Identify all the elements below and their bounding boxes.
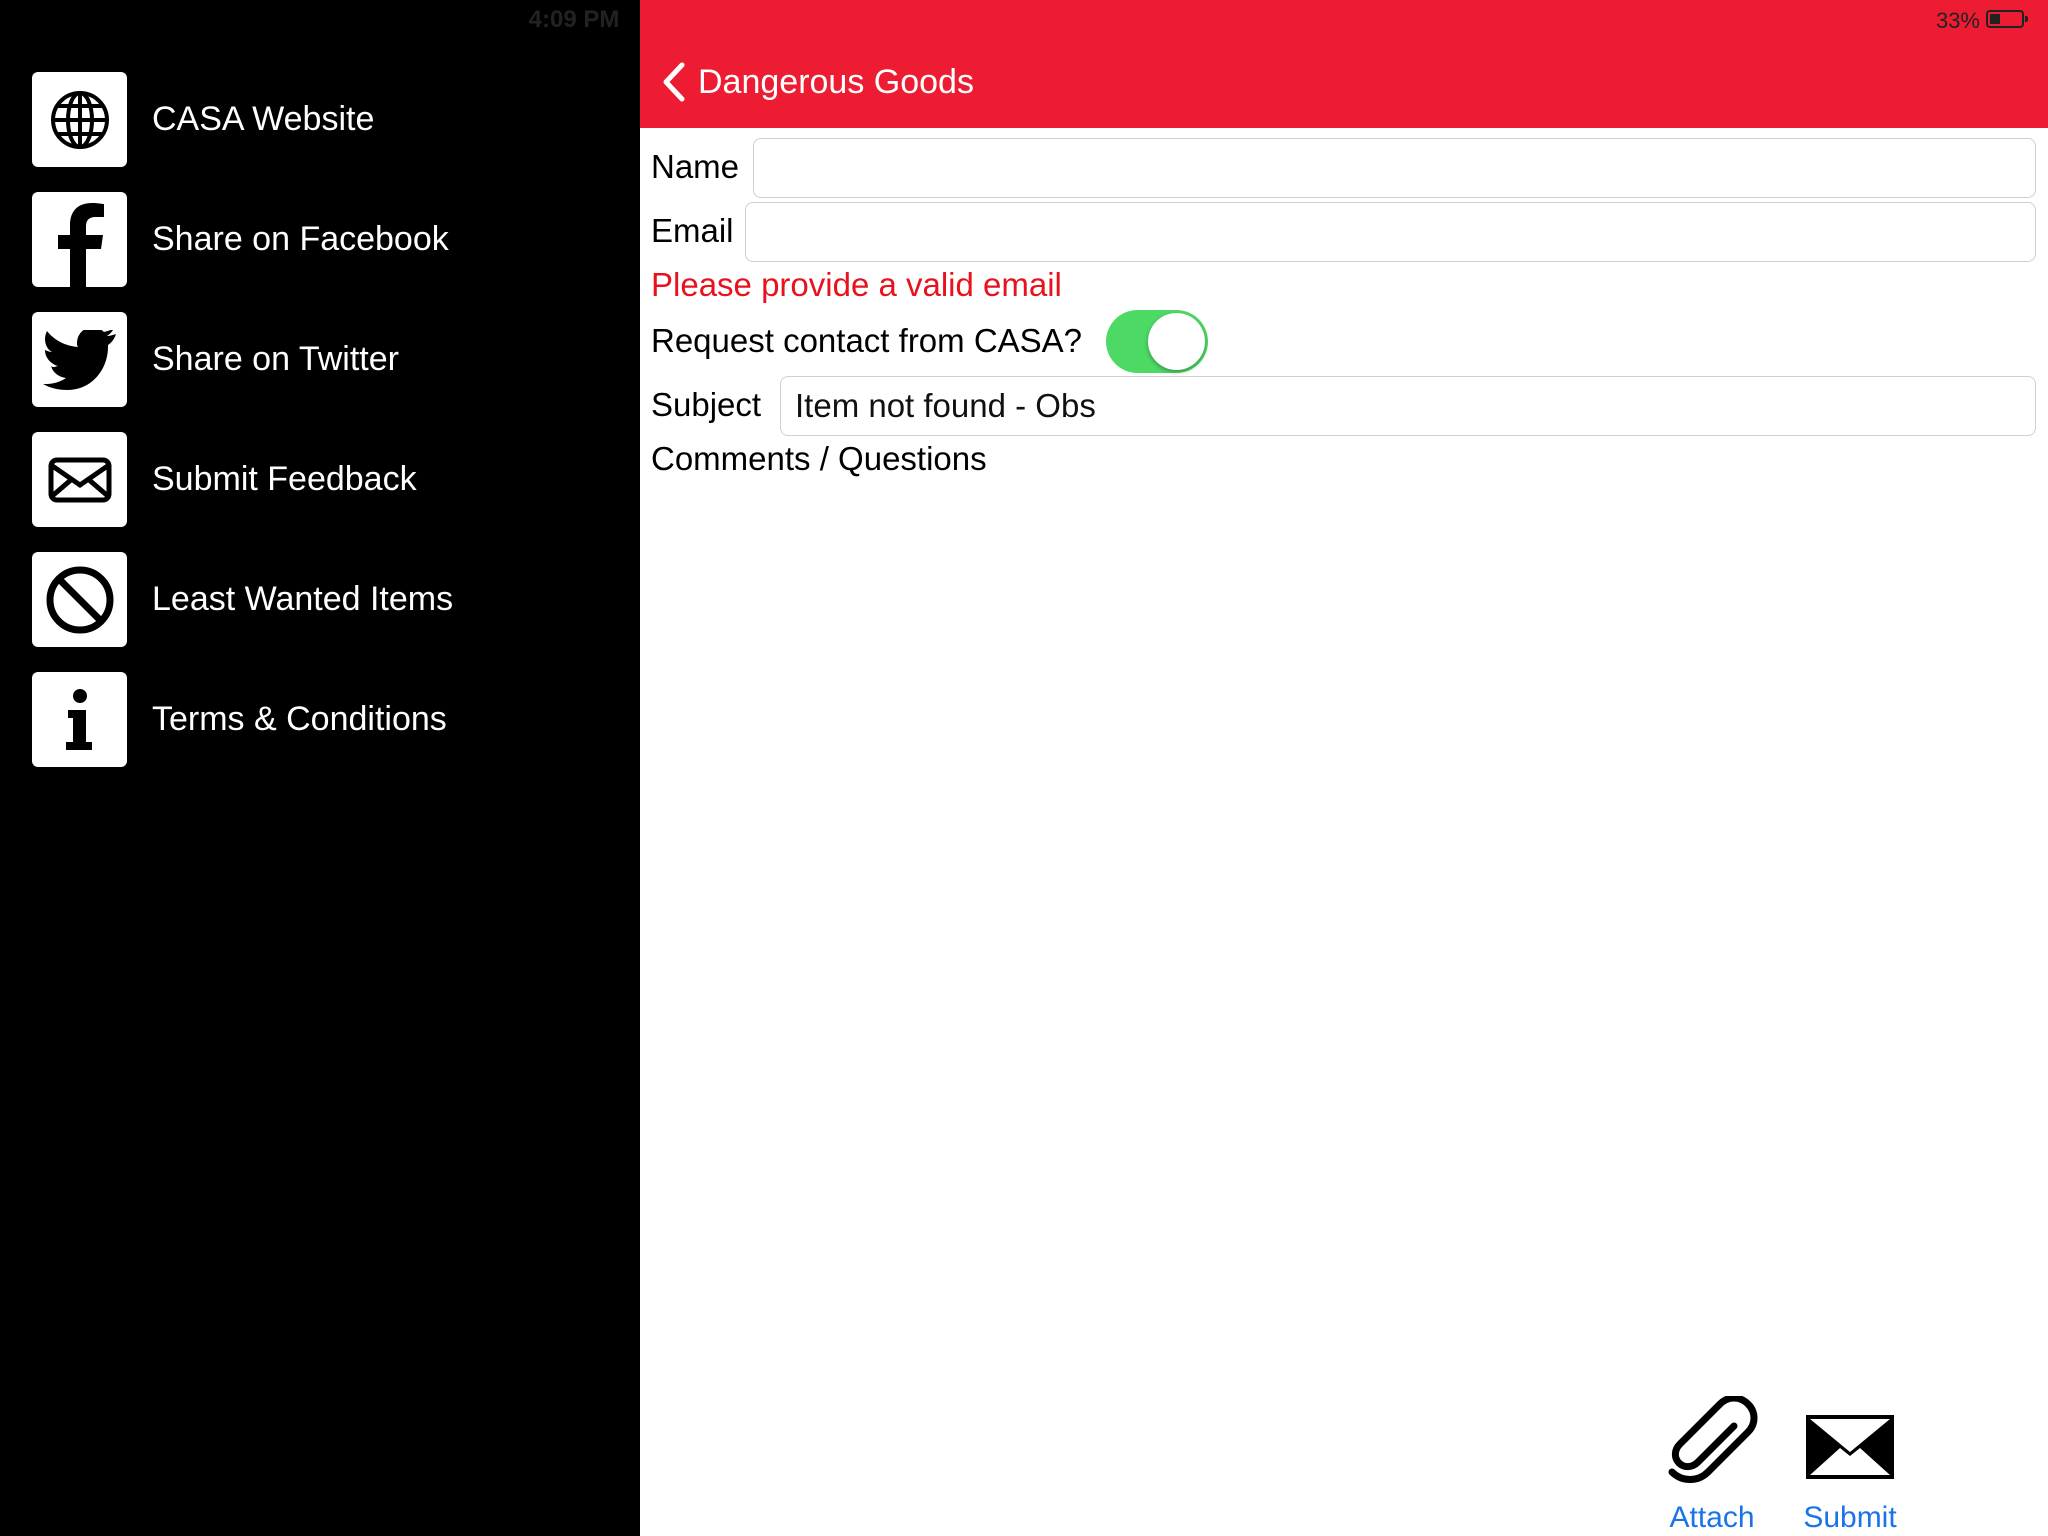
sidebar-item-label: Least Wanted Items [152,580,454,618]
subject-field[interactable]: Item not found - Obs [780,376,2036,436]
battery-percentage: 33% [1935,8,1980,33]
comments-label: Comments / Questions [651,440,987,477]
twitter-icon [32,312,127,407]
sidebar-item-casa-website[interactable]: CASA Website [32,72,612,167]
toggle-knob [1148,313,1205,370]
email-error-message: Please provide a valid email [651,266,1062,303]
envelope-icon [32,432,127,527]
sidebar-item-label: CASA Website [152,100,375,138]
info-icon [32,672,127,767]
prohibited-icon [32,552,127,647]
attach-label: Attach [1669,1501,1755,1534]
facebook-icon [32,192,127,287]
main-panel: 4:09 PM 33% Dangerous Goods Name Email P… [529,0,2048,1536]
back-title: Dangerous Goods [698,62,974,101]
sidebar-item-submit-feedback[interactable]: Submit Feedback [32,432,612,527]
battery-level [1990,14,2000,24]
back-button[interactable]: Dangerous Goods [662,62,974,102]
sidebar-item-share-facebook[interactable]: Share on Facebook [32,192,612,287]
submit-button[interactable]: Submit [1780,1396,1920,1535]
globe-icon [32,72,127,167]
email-label: Email [651,212,734,249]
sidebar-item-label: Share on Facebook [152,220,449,258]
attach-button[interactable]: Attach [1642,1394,1782,1535]
paperclip-icon [1668,1394,1758,1483]
sidebar-item-terms[interactable]: Terms & Conditions [32,672,612,767]
name-label: Name [651,148,740,185]
status-time: 4:09 PM [528,6,620,33]
subject-label: Subject [651,386,762,423]
email-field[interactable] [745,202,2036,262]
contact-request-toggle[interactable] [1106,310,1208,373]
sidebar-item-label: Share on Twitter [152,340,399,378]
sidebar-item-share-twitter[interactable]: Share on Twitter [32,312,612,407]
navigation-bar: 4:09 PM 33% Dangerous Goods [529,0,2048,128]
sidebar: CASA Website Share on Facebook Share on … [0,0,640,1536]
sidebar-item-label: Terms & Conditions [152,700,447,738]
comments-textarea[interactable] [648,490,2044,1374]
sidebar-item-label: Submit Feedback [152,460,417,498]
battery-icon [1986,10,2028,28]
contact-request-label: Request contact from CASA? [651,322,1083,359]
chevron-left-icon [663,62,685,102]
submit-label: Submit [1803,1501,1897,1534]
name-field[interactable] [753,138,2036,198]
battery-nub [2025,16,2028,22]
sidebar-item-least-wanted[interactable]: Least Wanted Items [32,552,612,647]
envelope-icon [1806,1415,1894,1479]
